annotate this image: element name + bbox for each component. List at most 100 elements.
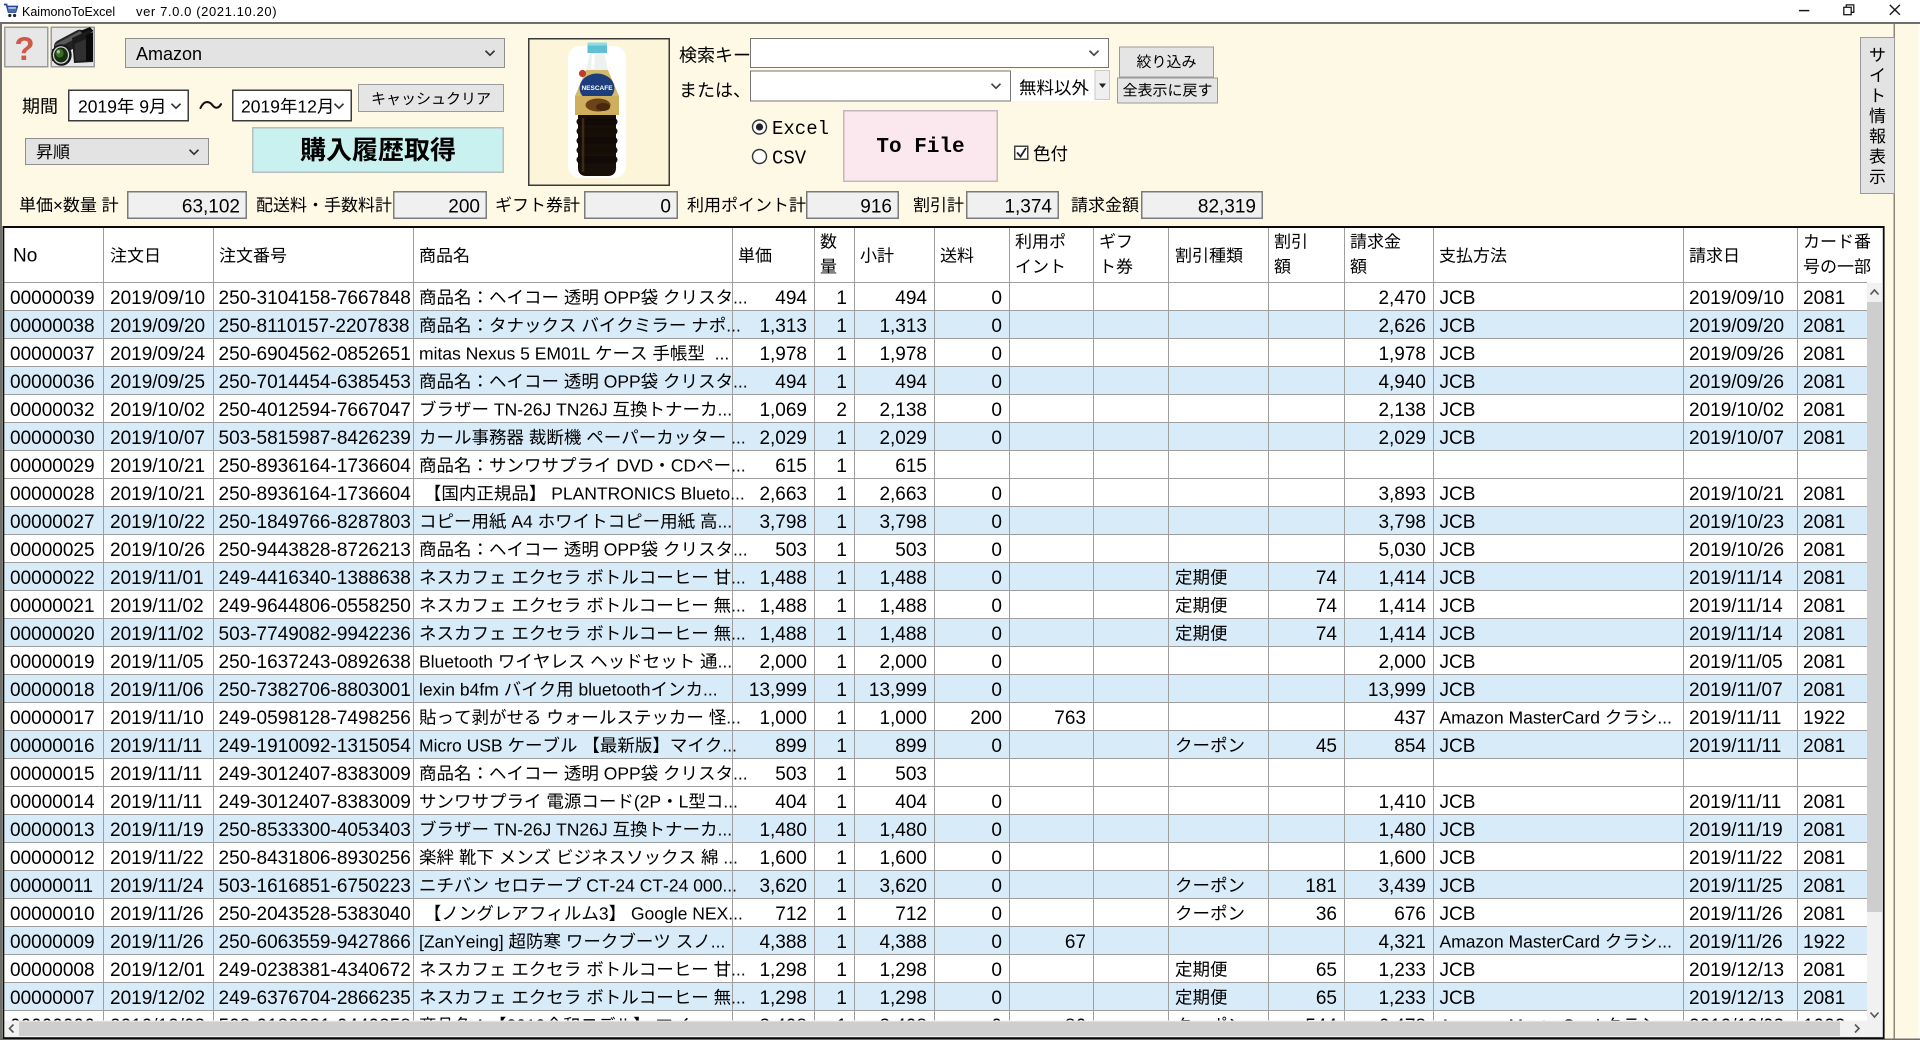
svg-text:2019/09/10: 2019/09/10: [1689, 288, 1784, 309]
svg-text:2019/10/02: 2019/10/02: [110, 400, 205, 421]
svg-text:4,940: 4,940: [1378, 372, 1426, 393]
svg-text:2,000: 2,000: [759, 652, 807, 673]
svg-text:2,663: 2,663: [759, 484, 807, 505]
svg-text:2081: 2081: [1803, 316, 1845, 337]
svg-text:00000015: 00000015: [10, 764, 95, 785]
svg-text:13,999: 13,999: [749, 680, 807, 701]
svg-text:0: 0: [991, 400, 1002, 421]
svg-text:67: 67: [1065, 932, 1086, 953]
svg-text:1,488: 1,488: [879, 596, 927, 617]
svg-text:2019/11/19: 2019/11/19: [110, 820, 204, 841]
svg-text:2019/10/07: 2019/10/07: [110, 428, 205, 449]
svg-text:2019/11/05: 2019/11/05: [110, 652, 204, 673]
svg-text:2019/09/20: 2019/09/20: [1689, 316, 1784, 337]
svg-text:2019/11/02: 2019/11/02: [110, 596, 204, 617]
svg-text:249-6376704-2866235: 249-6376704-2866235: [219, 988, 411, 1009]
svg-text:1: 1: [836, 932, 847, 953]
svg-text:2081: 2081: [1803, 652, 1845, 673]
svg-text:13,999: 13,999: [1368, 680, 1426, 701]
svg-text:1: 1: [836, 820, 847, 841]
svg-text:250-1849766-8287803: 250-1849766-8287803: [219, 512, 411, 533]
svg-text:00000008: 00000008: [10, 960, 95, 981]
svg-text:0: 0: [991, 736, 1002, 757]
svg-text:4,321: 4,321: [1378, 932, 1426, 953]
svg-text:437: 437: [1394, 708, 1426, 729]
svg-text:2019/11/22: 2019/11/22: [1689, 848, 1783, 869]
svg-text:2019/11/11: 2019/11/11: [110, 736, 202, 757]
svg-text:2019/12/02: 2019/12/02: [110, 988, 205, 1009]
svg-text:494: 494: [895, 372, 927, 393]
svg-text:899: 899: [775, 736, 807, 757]
svg-text:250-8936164-1736604: 250-8936164-1736604: [219, 484, 412, 505]
svg-text:1,488: 1,488: [759, 624, 807, 645]
svg-text:712: 712: [775, 904, 807, 925]
svg-text:2019/11/11: 2019/11/11: [110, 764, 202, 785]
svg-text:00000028: 00000028: [10, 484, 95, 505]
svg-text:2019/11/01: 2019/11/01: [110, 568, 204, 589]
svg-text:JCB: JCB: [1440, 372, 1476, 393]
svg-text:2019/11/11: 2019/11/11: [110, 792, 202, 813]
svg-text:Amazon: Amazon: [136, 44, 202, 64]
svg-text:0: 0: [991, 288, 1002, 309]
svg-text:2019/10/26: 2019/10/26: [110, 540, 205, 561]
svg-text:1: 1: [836, 484, 847, 505]
svg-text:1,410: 1,410: [1378, 792, 1426, 813]
svg-text:1: 1: [836, 680, 847, 701]
svg-text:1: 1: [836, 988, 847, 1009]
svg-text:00000013: 00000013: [10, 820, 95, 841]
svg-text:0: 0: [991, 428, 1002, 449]
svg-text:00000016: 00000016: [10, 736, 95, 757]
svg-text:1: 1: [836, 568, 847, 589]
svg-text:2081: 2081: [1803, 876, 1845, 897]
svg-text:00000011: 00000011: [10, 876, 93, 897]
svg-text:1: 1: [836, 316, 847, 337]
svg-text:00000020: 00000020: [10, 624, 95, 645]
svg-text:65: 65: [1316, 988, 1337, 1009]
svg-text:1,233: 1,233: [1378, 988, 1426, 1009]
svg-text:1,600: 1,600: [879, 848, 927, 869]
svg-text:1,000: 1,000: [879, 708, 927, 729]
svg-text:1,233: 1,233: [1378, 960, 1426, 981]
svg-text:2019/10/21: 2019/10/21: [1689, 484, 1784, 505]
svg-text:1,414: 1,414: [1378, 596, 1426, 617]
svg-text:2081: 2081: [1803, 400, 1845, 421]
svg-text:1: 1: [836, 960, 847, 981]
svg-text:00000017: 00000017: [10, 708, 95, 729]
svg-text:2,138: 2,138: [1378, 400, 1426, 421]
svg-text:2081: 2081: [1803, 848, 1845, 869]
svg-text:2081: 2081: [1803, 624, 1845, 645]
svg-text:00000038: 00000038: [10, 316, 95, 337]
svg-text:2019/11/26: 2019/11/26: [110, 904, 204, 925]
svg-text:2,029: 2,029: [1378, 428, 1426, 449]
svg-text:249-3012407-8383009: 249-3012407-8383009: [219, 792, 411, 813]
svg-text:2019/11/11: 2019/11/11: [1689, 708, 1781, 729]
svg-text:0: 0: [991, 484, 1002, 505]
svg-text:250-4012594-7667047: 250-4012594-7667047: [219, 400, 411, 421]
svg-text:2019/09/10: 2019/09/10: [110, 288, 205, 309]
svg-text:00000025: 00000025: [10, 540, 95, 561]
svg-text:2019/10/21: 2019/10/21: [110, 456, 205, 477]
svg-text:1,298: 1,298: [879, 988, 927, 1009]
svg-text:2081: 2081: [1803, 344, 1845, 365]
svg-text:0: 0: [991, 680, 1002, 701]
svg-text:2081: 2081: [1803, 988, 1845, 1009]
svg-text:2,626: 2,626: [1378, 316, 1426, 337]
svg-text:1: 1: [836, 876, 847, 897]
svg-text:250-8110157-2207838: 250-8110157-2207838: [219, 316, 410, 337]
svg-text:1: 1: [836, 708, 847, 729]
svg-text:676: 676: [1394, 904, 1426, 925]
svg-text:Excel: Excel: [772, 118, 829, 140]
svg-text:2019/11/14: 2019/11/14: [1689, 596, 1783, 617]
svg-text:0: 0: [991, 988, 1002, 1009]
svg-text:0: 0: [991, 344, 1002, 365]
svg-text:0: 0: [991, 848, 1002, 869]
svg-text:2: 2: [836, 400, 847, 421]
svg-text:0: 0: [991, 960, 1002, 981]
svg-text:1,298: 1,298: [759, 988, 807, 1009]
svg-text:5,030: 5,030: [1378, 540, 1426, 561]
svg-text:1,978: 1,978: [759, 344, 807, 365]
svg-text:2019/10/22: 2019/10/22: [110, 512, 205, 533]
svg-text:2019/11/11: 2019/11/11: [1689, 736, 1781, 757]
svg-text:494: 494: [775, 288, 807, 309]
svg-text:615: 615: [895, 456, 927, 477]
